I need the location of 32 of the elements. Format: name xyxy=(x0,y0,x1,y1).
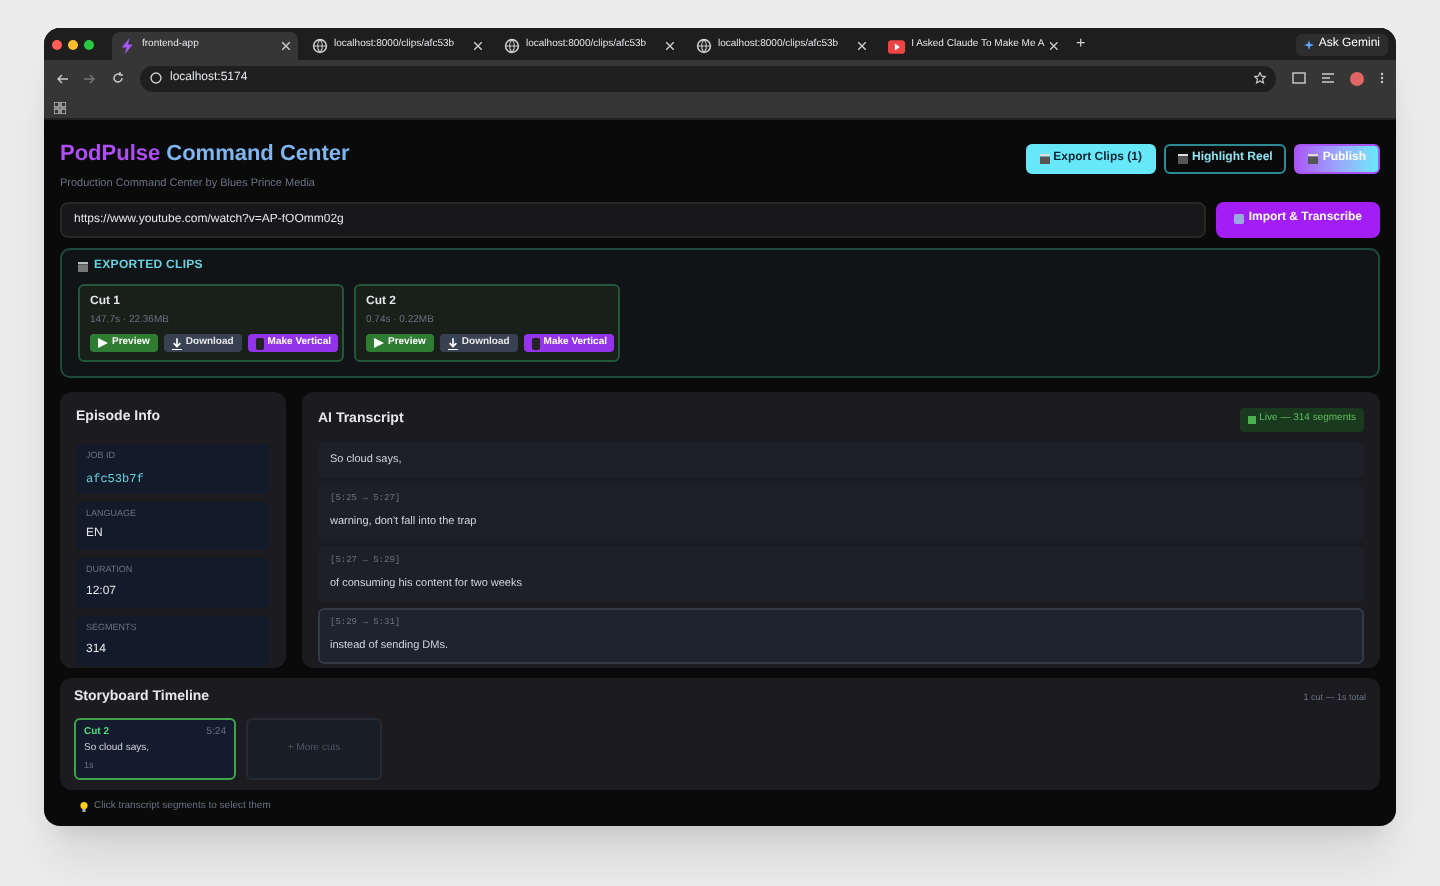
phone-icon xyxy=(531,337,540,350)
close-icon[interactable] xyxy=(282,42,290,50)
clapper-icon xyxy=(1039,154,1050,164)
lightbulb-icon xyxy=(80,802,88,812)
close-icon[interactable] xyxy=(666,42,674,50)
globe-icon xyxy=(696,38,712,54)
clapper-icon xyxy=(78,261,88,272)
close-icon[interactable] xyxy=(474,42,482,50)
download-icon xyxy=(171,337,182,350)
play-icon xyxy=(888,39,906,53)
close-icon[interactable] xyxy=(1050,42,1058,50)
play-icon xyxy=(98,338,108,349)
globe-icon xyxy=(504,38,520,54)
reload-icon[interactable] xyxy=(112,72,124,84)
download-icon xyxy=(447,337,458,350)
play-icon xyxy=(374,338,384,349)
profile-avatar[interactable] xyxy=(1350,71,1364,85)
app-title: Command Center xyxy=(166,140,350,170)
star-icon[interactable] xyxy=(1254,72,1266,84)
globe-icon xyxy=(312,38,328,54)
apps-grid-icon[interactable] xyxy=(54,101,66,113)
brand-name: PodPulse xyxy=(60,140,161,170)
clapper-icon xyxy=(1177,154,1188,164)
close-icon[interactable] xyxy=(858,42,866,50)
forward-icon[interactable] xyxy=(84,73,96,83)
clapper-icon xyxy=(1308,154,1319,164)
phone-icon xyxy=(255,337,264,350)
info-icon xyxy=(150,72,162,84)
sparkle-icon xyxy=(1304,39,1315,49)
back-icon[interactable] xyxy=(56,73,68,83)
new-tab-button[interactable]: + xyxy=(1076,32,1086,56)
bolt-icon xyxy=(120,38,136,54)
